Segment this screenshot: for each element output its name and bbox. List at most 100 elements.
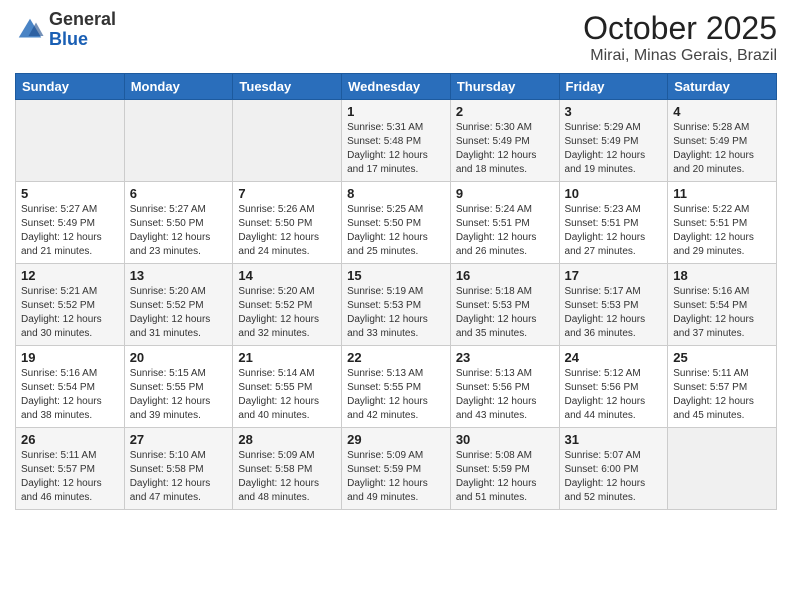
day-info: Sunrise: 5:31 AMSunset: 5:48 PMDaylight:… [347,121,445,177]
title-area: October 2025 Mirai, Minas Gerais, Brazil [583,10,777,65]
day-info: Sunrise: 5:15 AMSunset: 5:55 PMDaylight:… [130,367,228,423]
calendar-cell: 14 Sunrise: 5:20 AMSunset: 5:52 PMDayligh… [233,264,342,346]
logo-text: General Blue [49,10,116,50]
day-number: 7 [238,186,336,201]
calendar-cell: 2 Sunrise: 5:30 AMSunset: 5:49 PMDaylight… [450,100,559,182]
calendar-week-row: 26Sunrise: 5:11 AMSunset: 5:57 PMDayligh… [16,428,777,510]
calendar-cell: 4 Sunrise: 5:28 AMSunset: 5:49 PMDaylight… [668,100,777,182]
calendar-cell: 12Sunrise: 5:21 AMSunset: 5:52 PMDayligh… [16,264,125,346]
day-number: 25 [673,350,771,365]
day-number: 14 [238,268,336,283]
day-info: Sunrise: 5:09 AMSunset: 5:58 PMDaylight:… [238,449,336,505]
calendar-cell: 15Sunrise: 5:19 AMSunset: 5:53 PMDayligh… [342,264,451,346]
day-number: 9 [456,186,554,201]
logo: General Blue [15,10,116,50]
day-info: Sunrise: 5:16 AMSunset: 5:54 PMDaylight:… [673,285,771,341]
day-info: Sunrise: 5:20 AMSunset: 5:52 PMDaylight:… [238,285,336,341]
day-number: 2 [456,104,554,119]
day-info: Sunrise: 5:16 AMSunset: 5:54 PMDaylight:… [21,367,119,423]
day-info: Sunrise: 5:08 AMSunset: 5:59 PMDaylight:… [456,449,554,505]
day-number: 26 [21,432,119,447]
day-info: Sunrise: 5:17 AMSunset: 5:53 PMDaylight:… [565,285,663,341]
weekday-header: Monday [124,74,233,100]
calendar-cell: 13Sunrise: 5:20 AMSunset: 5:52 PMDayligh… [124,264,233,346]
day-number: 11 [673,186,771,201]
day-number: 16 [456,268,554,283]
calendar-cell: 23Sunrise: 5:13 AMSunset: 5:56 PMDayligh… [450,346,559,428]
day-number: 3 [565,104,663,119]
day-info: Sunrise: 5:25 AMSunset: 5:50 PMDaylight:… [347,203,445,259]
calendar-cell: 28 Sunrise: 5:09 AMSunset: 5:58 PMDayligh… [233,428,342,510]
day-info: Sunrise: 5:14 AMSunset: 5:55 PMDaylight:… [238,367,336,423]
day-number: 10 [565,186,663,201]
day-info: Sunrise: 5:28 AMSunset: 5:49 PMDaylight:… [673,121,771,177]
day-number: 19 [21,350,119,365]
weekday-header: Sunday [16,74,125,100]
day-number: 4 [673,104,771,119]
calendar-cell: 9 Sunrise: 5:24 AMSunset: 5:51 PMDaylight… [450,182,559,264]
calendar-cell [124,100,233,182]
day-number: 20 [130,350,228,365]
calendar-cell: 25 Sunrise: 5:11 AMSunset: 5:57 PMDayligh… [668,346,777,428]
calendar-cell: 21 Sunrise: 5:14 AMSunset: 5:55 PMDayligh… [233,346,342,428]
day-info: Sunrise: 5:07 AMSunset: 6:00 PMDaylight:… [565,449,663,505]
day-info: Sunrise: 5:20 AMSunset: 5:52 PMDaylight:… [130,285,228,341]
calendar-cell: 16 Sunrise: 5:18 AMSunset: 5:53 PMDayligh… [450,264,559,346]
day-number: 8 [347,186,445,201]
calendar-cell [233,100,342,182]
calendar-cell: 31 Sunrise: 5:07 AMSunset: 6:00 PMDayligh… [559,428,668,510]
calendar-cell: 6 Sunrise: 5:27 AMSunset: 5:50 PMDaylight… [124,182,233,264]
logo-icon [15,15,45,45]
day-number: 27 [130,432,228,447]
calendar-week-row: 19 Sunrise: 5:16 AMSunset: 5:54 PMDayligh… [16,346,777,428]
page-container: General Blue October 2025 Mirai, Minas G… [0,0,792,520]
day-number: 30 [456,432,554,447]
calendar-cell: 8 Sunrise: 5:25 AMSunset: 5:50 PMDaylight… [342,182,451,264]
calendar-cell [16,100,125,182]
calendar-cell: 18 Sunrise: 5:16 AMSunset: 5:54 PMDayligh… [668,264,777,346]
day-info: Sunrise: 5:12 AMSunset: 5:56 PMDaylight:… [565,367,663,423]
calendar-week-row: 5Sunrise: 5:27 AMSunset: 5:49 PMDaylight… [16,182,777,264]
day-number: 18 [673,268,771,283]
month-title: October 2025 [583,10,777,47]
weekday-header: Thursday [450,74,559,100]
day-number: 12 [21,268,119,283]
calendar-cell: 24 Sunrise: 5:12 AMSunset: 5:56 PMDayligh… [559,346,668,428]
weekday-header: Friday [559,74,668,100]
day-number: 21 [238,350,336,365]
day-info: Sunrise: 5:30 AMSunset: 5:49 PMDaylight:… [456,121,554,177]
calendar-cell: 1 Sunrise: 5:31 AMSunset: 5:48 PMDaylight… [342,100,451,182]
weekday-header: Saturday [668,74,777,100]
weekday-header-row: SundayMondayTuesdayWednesdayThursdayFrid… [16,74,777,100]
day-info: Sunrise: 5:18 AMSunset: 5:53 PMDaylight:… [456,285,554,341]
calendar-cell: 17Sunrise: 5:17 AMSunset: 5:53 PMDayligh… [559,264,668,346]
calendar-cell: 5Sunrise: 5:27 AMSunset: 5:49 PMDaylight… [16,182,125,264]
day-number: 24 [565,350,663,365]
location-title: Mirai, Minas Gerais, Brazil [583,47,777,65]
day-number: 22 [347,350,445,365]
calendar-cell [668,428,777,510]
day-info: Sunrise: 5:27 AMSunset: 5:49 PMDaylight:… [21,203,119,259]
calendar-cell: 7Sunrise: 5:26 AMSunset: 5:50 PMDaylight… [233,182,342,264]
day-info: Sunrise: 5:11 AMSunset: 5:57 PMDaylight:… [673,367,771,423]
day-number: 28 [238,432,336,447]
day-info: Sunrise: 5:13 AMSunset: 5:56 PMDaylight:… [456,367,554,423]
day-number: 31 [565,432,663,447]
calendar-week-row: 12Sunrise: 5:21 AMSunset: 5:52 PMDayligh… [16,264,777,346]
day-number: 6 [130,186,228,201]
day-info: Sunrise: 5:13 AMSunset: 5:55 PMDaylight:… [347,367,445,423]
calendar-cell: 30 Sunrise: 5:08 AMSunset: 5:59 PMDayligh… [450,428,559,510]
calendar-week-row: 1 Sunrise: 5:31 AMSunset: 5:48 PMDaylight… [16,100,777,182]
day-info: Sunrise: 5:24 AMSunset: 5:51 PMDaylight:… [456,203,554,259]
calendar-cell: 3 Sunrise: 5:29 AMSunset: 5:49 PMDaylight… [559,100,668,182]
weekday-header: Tuesday [233,74,342,100]
day-info: Sunrise: 5:27 AMSunset: 5:50 PMDaylight:… [130,203,228,259]
calendar-cell: 19 Sunrise: 5:16 AMSunset: 5:54 PMDayligh… [16,346,125,428]
header: General Blue October 2025 Mirai, Minas G… [15,10,777,65]
day-info: Sunrise: 5:09 AMSunset: 5:59 PMDaylight:… [347,449,445,505]
calendar-cell: 20 Sunrise: 5:15 AMSunset: 5:55 PMDayligh… [124,346,233,428]
day-number: 1 [347,104,445,119]
calendar-cell: 26Sunrise: 5:11 AMSunset: 5:57 PMDayligh… [16,428,125,510]
day-info: Sunrise: 5:29 AMSunset: 5:49 PMDaylight:… [565,121,663,177]
day-number: 29 [347,432,445,447]
